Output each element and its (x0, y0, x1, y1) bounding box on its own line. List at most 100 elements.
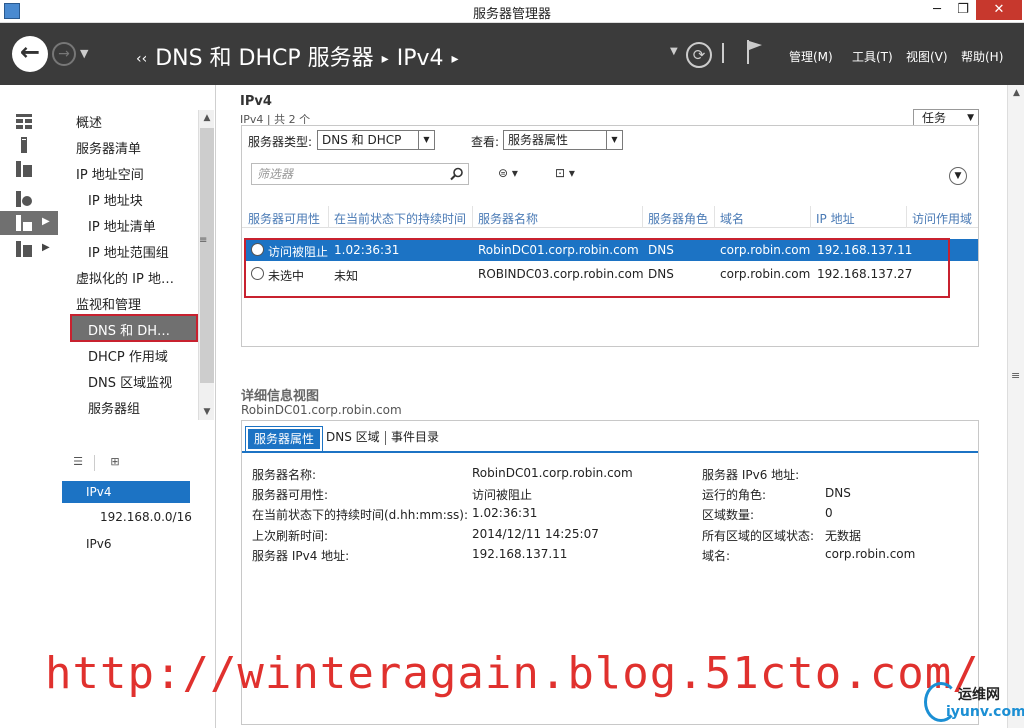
tree-item-ip-address-space[interactable]: IP 地址空间 (76, 164, 144, 183)
col-domain[interactable]: 域名 (720, 210, 744, 227)
breadcrumb-chevron-icon: ▸ (381, 51, 389, 67)
close-button[interactable]: ✕ (976, 0, 1022, 20)
list-options-icon[interactable]: ⊜ ▾ (498, 166, 518, 180)
rail-storage[interactable]: ▶ (0, 237, 58, 261)
menu-tools[interactable]: 工具(T) (852, 48, 893, 65)
tab-event-catalog[interactable]: 事件目录 (385, 427, 445, 451)
divider (714, 206, 715, 228)
history-dropdown-icon[interactable]: ▼ (80, 47, 88, 60)
tree-item-virtualized-ip[interactable]: 虚拟化的 IP 地… (76, 268, 174, 287)
tree-item-label: DNS 和 DH… (88, 324, 171, 339)
col-availability[interactable]: 服务器可用性 (248, 210, 320, 227)
menu-manage[interactable]: 管理(M) (789, 48, 833, 65)
nav-divider (722, 43, 724, 63)
nav-tree-panel: 概述 服务器清单 IP 地址空间 IP 地址块 IP 地址清单 IP 地址范围组… (58, 85, 216, 728)
col-server-name[interactable]: 服务器名称 (478, 210, 538, 227)
scroll-up-icon[interactable]: ▲ (1008, 85, 1024, 101)
detail-label: 服务器 IPv4 地址: (252, 549, 350, 563)
search-icon[interactable] (450, 167, 464, 181)
ip-node-ipv6[interactable]: IPv6 (86, 537, 112, 551)
expand-arrow-icon[interactable]: ▶ (42, 242, 50, 253)
detail-label: 上次刷新时间: (252, 529, 329, 543)
back-button[interactable]: ← (12, 36, 48, 72)
breadcrumb-item-ipv4[interactable]: IPv4 (397, 46, 444, 71)
tree-item-ip-inventory[interactable]: IP 地址清单 (88, 216, 156, 235)
nav-header: ← → ▼ ‹‹ DNS 和 DHCP 服务器 ▸ IPv4 ▸ ▼ ⟳ 管理(M) 工… (0, 23, 1024, 85)
tree-item-overview[interactable]: 概述 (76, 112, 102, 131)
ip-node-ipv4[interactable]: IPv4 (62, 481, 190, 503)
tree-item-ip-range-groups[interactable]: IP 地址范围组 (88, 242, 169, 261)
logo-text-cn: 运维网 (958, 687, 1000, 703)
list-view-icon[interactable]: ☰ (69, 455, 87, 471)
tree-item-dns-dhcp-servers[interactable]: DNS 和 DH… (70, 314, 198, 342)
splitter-grip-icon[interactable]: ≡ (1011, 369, 1020, 382)
maximize-button[interactable]: ❐ (950, 0, 976, 20)
details-tabs: 服务器属性 DNS 区域 事件目录 (242, 421, 978, 453)
detail-label: 服务器名称: (252, 468, 317, 482)
tree-item-monitor-manage[interactable]: 监视和管理 (76, 294, 141, 313)
detail-value: 2014/12/11 14:25:07 (472, 527, 599, 541)
view-value: 服务器属性 (508, 133, 569, 147)
filter-input[interactable]: 筛选器 (251, 163, 469, 185)
menu-view[interactable]: 视图(V) (906, 48, 948, 65)
rail-ipam[interactable]: ▶ (0, 211, 58, 235)
tasks-label: 任务 (922, 111, 947, 125)
col-ip[interactable]: IP 地址 (816, 210, 855, 227)
expand-collapse-icon[interactable]: ▼ (949, 167, 967, 185)
tree-scrollbar[interactable]: ▲ ▼ (198, 110, 214, 420)
main-scrollbar[interactable]: ▲ ≡ (1007, 85, 1024, 728)
column-header: 服务器可用性 在当前状态下的持续时间 服务器名称 服务器角色 域名 IP 地址 … (242, 206, 978, 228)
tab-server-properties[interactable]: 服务器属性 (244, 426, 324, 452)
ipam-icon (16, 215, 32, 231)
breadcrumb-back-icon[interactable]: ‹‹ (136, 51, 147, 67)
rail-dashboard[interactable] (0, 109, 58, 133)
detail-label: 服务器 IPv6 地址: (702, 468, 800, 482)
icon-rail: ▶ ▶ (0, 85, 58, 728)
refresh-button[interactable]: ⟳ (686, 42, 712, 68)
forward-button[interactable]: → (52, 42, 76, 66)
chevron-down-icon: ▼ (606, 131, 622, 149)
tree-item-dhcp-scopes[interactable]: DHCP 作用域 (88, 346, 168, 365)
tree-item-server-groups[interactable]: 服务器组 (88, 398, 140, 417)
tree-item-dns-zone-monitoring[interactable]: DNS 区域监视 (88, 372, 172, 391)
tree-item-ip-blocks[interactable]: IP 地址块 (88, 190, 143, 209)
detail-value: 192.168.137.11 (472, 547, 568, 561)
rows-highlight-outline (244, 238, 950, 298)
scroll-down-icon[interactable]: ▼ (199, 404, 215, 420)
nav-dropdown-icon[interactable]: ▼ (670, 46, 678, 57)
tree-view-icon[interactable]: ⊞ (106, 455, 124, 471)
title-bar: 服务器管理器 ─ ❐ ✕ (0, 0, 1024, 23)
page-title: IPv4 (240, 94, 272, 109)
rail-all-servers[interactable] (0, 157, 58, 181)
tree-item-server-inventory[interactable]: 服务器清单 (76, 138, 141, 157)
server-type-select[interactable]: DNS 和 DHCP ▼ (317, 130, 435, 150)
divider (810, 206, 811, 228)
divider (328, 206, 329, 228)
menu-help[interactable]: 帮助(H) (961, 48, 1003, 65)
detail-value: RobinDC01.corp.robin.com (472, 466, 633, 480)
col-access-scope[interactable]: 访问作用域 (912, 210, 972, 227)
detail-value: 无数据 (825, 529, 862, 543)
minimize-button[interactable]: ─ (924, 0, 950, 20)
breadcrumb-chevron-icon[interactable]: ▸ (451, 51, 458, 67)
ip-node-subnet[interactable]: 192.168.0.0/16 (100, 510, 192, 524)
rail-file-services[interactable] (0, 187, 58, 211)
tab-dns-zones[interactable]: DNS 区域 (320, 427, 386, 451)
logo-text-en: iyunv.com (946, 704, 1024, 720)
expand-arrow-icon[interactable]: ▶ (42, 216, 50, 227)
breadcrumb-item-dns-dhcp[interactable]: DNS 和 DHCP 服务器 (155, 46, 373, 71)
all-servers-icon (16, 161, 32, 177)
scroll-thumb[interactable] (200, 128, 214, 383)
detail-label: 服务器可用性: (252, 488, 329, 502)
rail-local-server[interactable] (0, 133, 58, 157)
view-select[interactable]: 服务器属性 ▼ (503, 130, 623, 150)
save-query-icon[interactable]: ⊡ ▾ (555, 166, 575, 180)
local-server-icon (21, 137, 27, 153)
detail-value: DNS (825, 486, 851, 500)
splitter-grip-icon[interactable]: ≡ (199, 235, 207, 246)
scroll-up-icon[interactable]: ▲ (199, 110, 215, 126)
col-duration[interactable]: 在当前状态下的持续时间 (334, 210, 466, 227)
col-server-role[interactable]: 服务器角色 (648, 210, 708, 227)
divider (94, 455, 95, 471)
notifications-flag-icon[interactable] (746, 39, 764, 65)
